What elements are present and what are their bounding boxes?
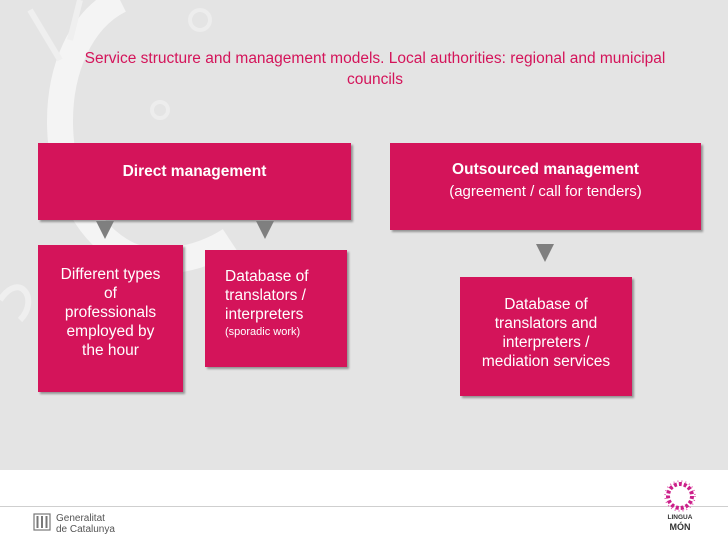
box-line: interpreters / <box>502 334 590 351</box>
box-line: of <box>104 285 117 302</box>
box-line: interpreters <box>225 306 304 323</box>
outsourced-management-label: Outsourced management <box>452 161 639 178</box>
box-line: Database of <box>504 296 588 313</box>
footer-divider <box>0 506 728 507</box>
arrow-down-icon <box>536 244 554 262</box>
translators-database-box: Database of translators / interpreters (… <box>205 250 347 367</box>
box-line: the hour <box>82 342 139 359</box>
box-line: mediation services <box>481 353 611 370</box>
box-line: Database of <box>225 268 309 285</box>
box-line: translators / <box>225 287 306 304</box>
outsourced-management-box: Outsourced management (agreement / call … <box>390 143 701 230</box>
mediation-services-database-box: Database of translators and interpreters… <box>460 277 632 396</box>
linguamon-line: LINGUA <box>667 514 693 521</box>
hourly-professionals-box: Different types of professionals employe… <box>38 245 183 392</box>
slide: Service structure and management models.… <box>0 0 728 470</box>
generalitat-logo-icon <box>33 513 51 531</box>
linguamon-line: MÓN <box>669 522 691 532</box>
generalitat-wordmark: Generalitat de Catalunya <box>56 513 115 535</box>
slide-title: Service structure and management models.… <box>84 50 666 88</box>
sporadic-work-note: (sporadic work) <box>225 326 301 338</box>
generalitat-line: Generalitat <box>56 513 105 524</box>
box-line: translators and <box>494 315 598 332</box>
arrow-down-icon <box>256 221 274 239</box>
box-line: Different types <box>60 266 161 283</box>
direct-management-box: Direct management <box>38 143 351 220</box>
linguamon-logo-icon <box>664 480 696 512</box>
generalitat-line: de Catalunya <box>56 524 115 535</box>
arrow-down-icon <box>96 221 114 239</box>
box-line: employed by <box>66 323 155 340</box>
linguamon-wordmark: LINGUA MÓN <box>660 514 700 532</box>
outsourced-management-sublabel: (agreement / call for tenders) <box>449 183 642 200</box>
direct-management-label: Direct management <box>122 163 267 180</box>
box-line: professionals <box>64 304 157 321</box>
